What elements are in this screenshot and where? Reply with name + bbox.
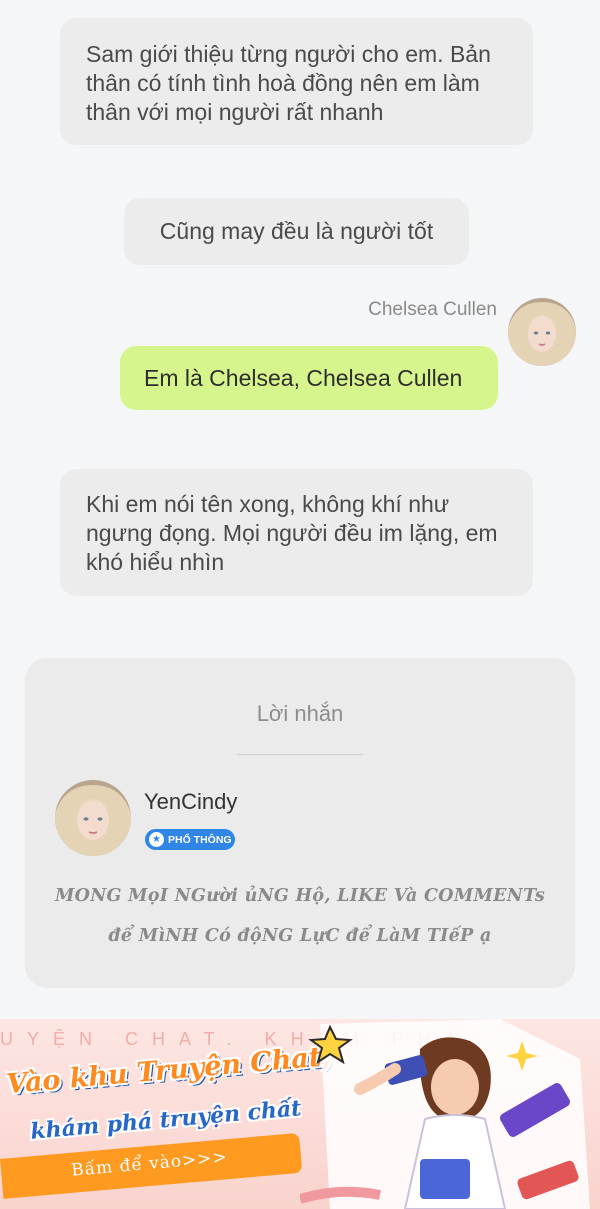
card-title: Lời nhắn bbox=[256, 701, 344, 726]
message-text: Em là Chelsea, Chelsea Cullen bbox=[144, 365, 463, 391]
rank-badge: ★ PHỔ THÔNG bbox=[145, 829, 235, 850]
message-text: Sam giới thiệu từng người cho em. Bản th… bbox=[86, 41, 491, 125]
author-name[interactable]: YenCindy bbox=[144, 789, 237, 815]
girl-reading-illustration bbox=[300, 1019, 590, 1209]
message-text: Khi em nói tên xong, không khí như ngưng… bbox=[86, 491, 498, 575]
enter-button-label: Bấm để vào>>> bbox=[70, 1147, 229, 1181]
narration-bubble: Sam giới thiệu từng người cho em. Bản th… bbox=[60, 18, 533, 145]
author-note-line: để MìNH Có độNG LựC để LàM TIếP ạ bbox=[108, 926, 492, 946]
badge-label: PHỔ THÔNG bbox=[168, 833, 232, 846]
author-avatar[interactable] bbox=[55, 780, 131, 856]
speech-bubble: Em là Chelsea, Chelsea Cullen bbox=[120, 346, 498, 410]
narration-bubble: Cũng may đều là người tốt bbox=[124, 198, 469, 265]
narration-bubble: Khi em nói tên xong, không khí như ngưng… bbox=[60, 469, 533, 596]
author-note-card: Lời nhắn YenCindy ★ PHỔ THÔNG MONG MọI N… bbox=[25, 658, 575, 988]
promo-banner[interactable]: UYỆN CHAT. KHÁM PHÁ Vào khu Truyện Chat,… bbox=[0, 1019, 600, 1209]
shield-icon: ★ bbox=[149, 832, 164, 847]
speaker-name: Chelsea Cullen bbox=[368, 299, 497, 320]
author-note-line: MONG MọI NGười ủNG Hộ, LIKE Và COMMENTs bbox=[55, 886, 545, 906]
divider bbox=[237, 754, 363, 755]
message-text: Cũng may đều là người tốt bbox=[159, 218, 434, 244]
character-avatar[interactable] bbox=[508, 298, 576, 366]
